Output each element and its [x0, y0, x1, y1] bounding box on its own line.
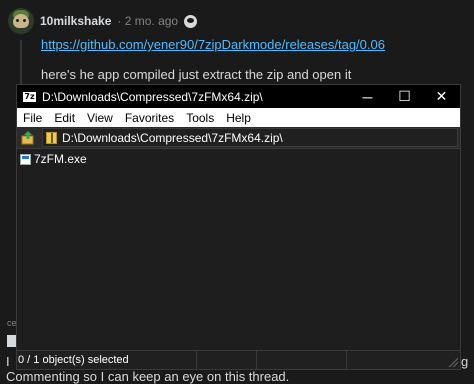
window-titlebar[interactable]: 7z D:\Downloads\Compressed\7zFMx64.zip\ … — [17, 85, 460, 108]
avatar-face-icon — [13, 14, 29, 28]
partial-comment-text: I — [6, 354, 10, 369]
comment-time[interactable]: · 2 mo. ago — [117, 14, 178, 28]
minimize-button[interactable]: ─ — [349, 85, 386, 108]
path-field[interactable]: D:\Downloads\Compressed\7zFMx64.zip\ — [42, 128, 458, 147]
zip-archive-icon — [46, 131, 57, 144]
sevenzip-window[interactable]: 7z D:\Downloads\Compressed\7zFMx64.zip\ … — [16, 84, 461, 370]
path-text: D:\Downloads\Compressed\7zFMx64.zip\ — [62, 130, 283, 145]
file-row[interactable]: 7zFM.exe — [17, 151, 460, 167]
exe-file-icon — [20, 153, 31, 165]
file-list[interactable]: 7zFM.exe — [17, 150, 460, 351]
sevenzip-app-icon: 7z — [23, 91, 36, 102]
menu-help[interactable]: Help — [220, 111, 257, 125]
maximize-button[interactable]: ☐ — [386, 85, 423, 108]
folder-up-icon[interactable] — [20, 130, 36, 146]
menu-file[interactable]: File — [17, 111, 48, 125]
resize-grip-icon[interactable] — [448, 357, 458, 367]
status-cell-size — [197, 351, 257, 369]
comment-header: 10milkshake · 2 mo. ago — [8, 6, 198, 36]
menu-view[interactable]: View — [81, 111, 119, 125]
menu-edit[interactable]: Edit — [48, 111, 81, 125]
award-icon — [184, 14, 198, 28]
status-bar: 0 / 1 object(s) selected — [17, 350, 460, 369]
menu-favorites[interactable]: Favorites — [119, 111, 180, 125]
status-cell-packed — [257, 351, 347, 369]
close-button[interactable]: ✕ — [423, 85, 460, 108]
username[interactable]: 10milkshake — [40, 14, 111, 28]
window-controls: ─ ☐ ✕ — [349, 85, 460, 108]
partial-text-right: g — [461, 354, 469, 369]
next-comment-text: Commenting so I can keep an eye on this … — [6, 369, 290, 384]
window-title: D:\Downloads\Compressed\7zFMx64.zip\ — [42, 89, 263, 104]
comment-body: here's he app compiled just extract the … — [41, 67, 352, 82]
menu-tools[interactable]: Tools — [180, 111, 220, 125]
user-avatar[interactable] — [8, 8, 34, 34]
address-bar: D:\Downloads\Compressed\7zFMx64.zip\ — [17, 127, 460, 149]
file-name: 7zFM.exe — [34, 152, 87, 166]
menu-bar: File Edit View Favorites Tools Help — [17, 108, 460, 127]
release-link[interactable]: https://github.com/yener90/7zipDarkmode/… — [41, 37, 385, 52]
selection-status: 0 / 1 object(s) selected — [17, 351, 197, 369]
